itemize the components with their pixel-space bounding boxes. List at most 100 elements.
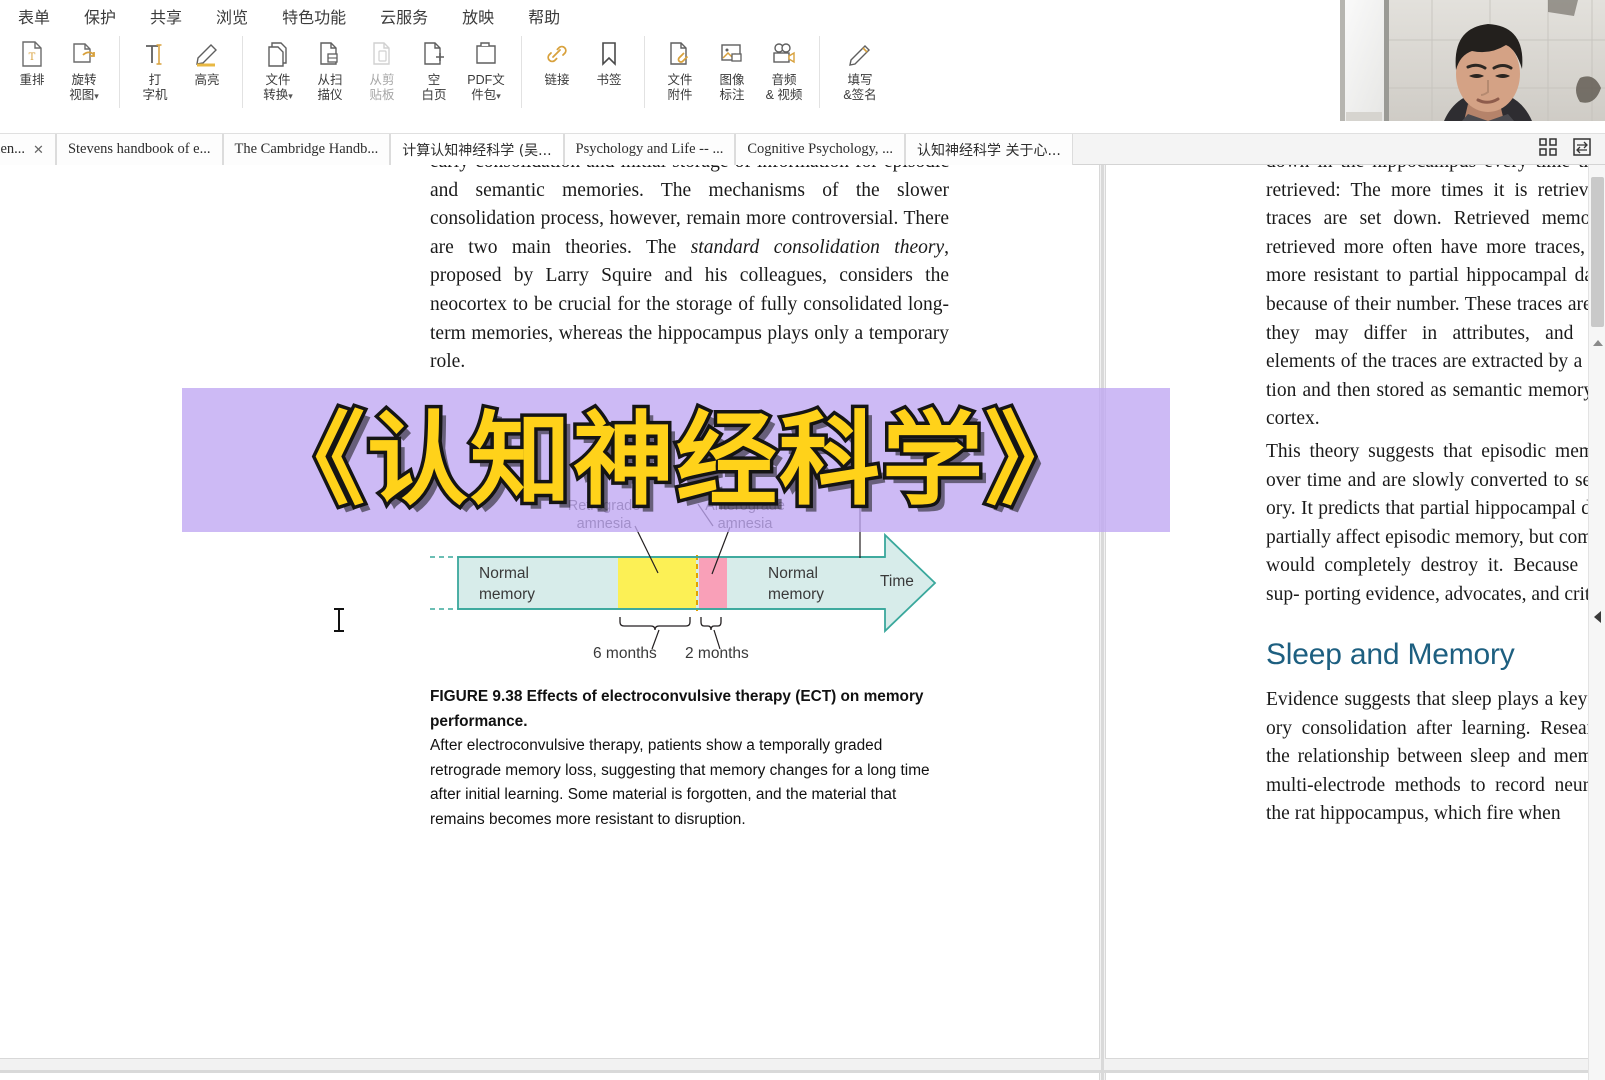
document-tab-2-label: The Cambridge Handb... xyxy=(234,141,379,157)
document-tab-2[interactable]: The Cambridge Handb... xyxy=(222,134,391,165)
page-gutter-horizontal xyxy=(0,1070,1588,1073)
document-tab-6[interactable]: 认知神经科学 关于心... xyxy=(905,134,1073,165)
pdf-page-left: emory olidation n is the process that st… xyxy=(0,165,1100,1059)
webcam-overlay[interactable] xyxy=(1340,0,1605,121)
image-annotation-label: 图像 xyxy=(719,73,745,87)
figure-caption-body: After electroconvulsive therapy, patient… xyxy=(430,737,930,828)
typewriter-label2: 字机 xyxy=(142,87,168,102)
bookmark-button[interactable]: 书签 xyxy=(583,32,635,88)
document-tab-0-label: cien... xyxy=(0,141,26,157)
scrollbar-thumb[interactable] xyxy=(1591,177,1604,327)
image-annotation-label2: 标注 xyxy=(719,87,745,102)
chevron-left-icon xyxy=(1593,611,1601,623)
highlight-button[interactable]: 高亮 xyxy=(181,32,233,88)
ribbon-divider-4 xyxy=(644,36,645,108)
fill-and-sign-label2: &签名 xyxy=(843,87,877,102)
menu-item-features[interactable]: 特色功能 xyxy=(282,4,346,28)
link-icon xyxy=(542,38,572,70)
right-panel-collapse-button[interactable] xyxy=(1590,600,1604,634)
audio-video-button[interactable]: 音频 & 视频 xyxy=(758,32,810,102)
close-icon[interactable]: ✕ xyxy=(33,142,44,158)
from-scanner-label2: 描仪 xyxy=(317,87,343,102)
file-attachment-button[interactable]: 文件 附件 xyxy=(654,32,706,102)
menu-item-cloud[interactable]: 云服务 xyxy=(380,4,428,28)
pdf-package-label: PDF文 xyxy=(467,73,505,87)
blank-page-button[interactable]: 空 白页 xyxy=(408,32,460,102)
figure-label-retrograde: Retrograde amnesia xyxy=(567,498,641,532)
menu-item-present[interactable]: 放映 xyxy=(462,4,494,28)
webcam-video-frame xyxy=(1340,0,1605,121)
document-tab-3-label: 计算认知神经科学 (吴... xyxy=(402,142,552,159)
reflow-button[interactable]: T 重排 xyxy=(6,32,58,88)
pdf-page-right-next xyxy=(1105,1072,1605,1080)
document-tab-4[interactable]: Psychology and Life -- ... xyxy=(563,134,736,165)
figure-label-normal-memory-left: Normal memory xyxy=(479,565,535,603)
right-paragraph-1: down in the hippocampus every time the m… xyxy=(1266,165,1605,430)
menu-item-help[interactable]: 帮助 xyxy=(528,4,560,28)
grid-view-icon[interactable] xyxy=(1539,137,1557,161)
link-button[interactable]: 链接 xyxy=(531,32,583,88)
file-convert-label: 文件 xyxy=(265,73,291,87)
ribbon-divider-2 xyxy=(242,36,243,108)
page-layout-icon[interactable] xyxy=(1573,137,1591,161)
ribbon-group-view: T 重排 旋转 视图▾ xyxy=(6,32,110,124)
typewriter-button[interactable]: 打 字机 xyxy=(129,32,181,102)
ribbon-divider-3 xyxy=(521,36,522,108)
rotate-view-label: 旋转 xyxy=(71,73,97,87)
audio-video-label: 音频 xyxy=(771,73,797,87)
text-cursor-ibeam xyxy=(334,608,344,632)
highlight-label: 高亮 xyxy=(194,73,220,87)
audio-video-icon xyxy=(769,38,799,70)
document-tab-5[interactable]: Cognitive Psychology, ... xyxy=(735,134,906,165)
ribbon-group-sign: 填写 &签名 xyxy=(829,32,891,124)
menu-item-form[interactable]: 表单 xyxy=(18,4,50,28)
figure-label-time: Time xyxy=(880,573,914,590)
ribbon-divider-1 xyxy=(119,36,120,108)
figure-label-6-months: 6 months xyxy=(593,645,657,662)
from-clipboard-icon xyxy=(367,38,397,70)
bookmark-icon xyxy=(594,38,624,70)
from-clipboard-button[interactable]: 从剪 贴板 xyxy=(356,32,408,102)
ribbon-divider-5 xyxy=(819,36,820,108)
from-clipboard-label2: 贴板 xyxy=(369,87,395,102)
document-tab-1[interactable]: Stevens handbook of e... xyxy=(55,134,223,165)
audio-video-label2: & 视频 xyxy=(765,87,803,102)
rotate-view-button[interactable]: 旋转 视图▾ xyxy=(58,32,110,103)
document-tab-3[interactable]: 计算认知神经科学 (吴... xyxy=(390,134,564,165)
scroll-up-arrow-icon[interactable] xyxy=(1593,340,1603,346)
rotate-view-label2: 视图▾ xyxy=(69,87,99,102)
figure-label-anterograde: Anterograde amnesia xyxy=(705,498,785,532)
figure-label-normal-memory-right: Normal memory xyxy=(768,565,824,603)
pdf-page-left-next xyxy=(0,1072,1100,1080)
menu-item-protect[interactable]: 保护 xyxy=(84,4,116,28)
right-paragraph-2: This theory suggests that episodic memor… xyxy=(1266,441,1605,605)
pdf-package-label2: 件包▾ xyxy=(471,87,501,102)
menu-item-share[interactable]: 共享 xyxy=(150,4,182,28)
bookmark-label: 书签 xyxy=(596,73,622,87)
blank-page-label2: 白页 xyxy=(421,87,447,102)
menu-item-browse[interactable]: 浏览 xyxy=(216,4,248,28)
document-tab-4-label: Psychology and Life -- ... xyxy=(575,141,724,157)
from-scanner-icon xyxy=(315,38,345,70)
right-paragraph-3: Evidence suggests that sleep plays a key… xyxy=(1266,689,1605,825)
pdf-package-button[interactable]: PDF文 件包▾ xyxy=(460,32,512,103)
blank-page-label: 空 xyxy=(427,73,441,87)
file-convert-button[interactable]: 文件 转换▾ xyxy=(252,32,304,103)
document-viewport[interactable]: emory olidation n is the process that st… xyxy=(0,165,1605,1080)
figure-label-2-months: 2 months xyxy=(685,645,749,662)
from-scanner-button[interactable]: 从扫 描仪 xyxy=(304,32,356,102)
fill-and-sign-button[interactable]: 填写 &签名 xyxy=(829,32,891,102)
file-attachment-label2: 附件 xyxy=(667,87,693,102)
pdf-reader-window: 表单 保护 共享 浏览 特色功能 云服务 放映 帮助 T 重排 旋转 视图▾ 打… xyxy=(0,0,1605,1080)
right-heading-sleep-and-memory: Sleep and Memory xyxy=(1266,638,1515,671)
document-tab-5-label: Cognitive Psychology, ... xyxy=(747,141,894,157)
blank-page-icon xyxy=(419,38,449,70)
reflow-label: 重排 xyxy=(19,73,45,87)
file-attachment-icon xyxy=(665,38,695,70)
figure-9-38-caption: FIGURE 9.38 Effects of electroconvulsive… xyxy=(430,685,942,833)
document-tab-0[interactable]: cien... ✕ xyxy=(0,134,56,165)
image-annotation-button[interactable]: 图像 标注 xyxy=(706,32,758,102)
pdf-page-right: down in the hippocampus every time the m… xyxy=(1105,165,1605,1059)
from-scanner-label: 从扫 xyxy=(317,73,343,87)
tabstrip-actions xyxy=(1539,134,1605,164)
